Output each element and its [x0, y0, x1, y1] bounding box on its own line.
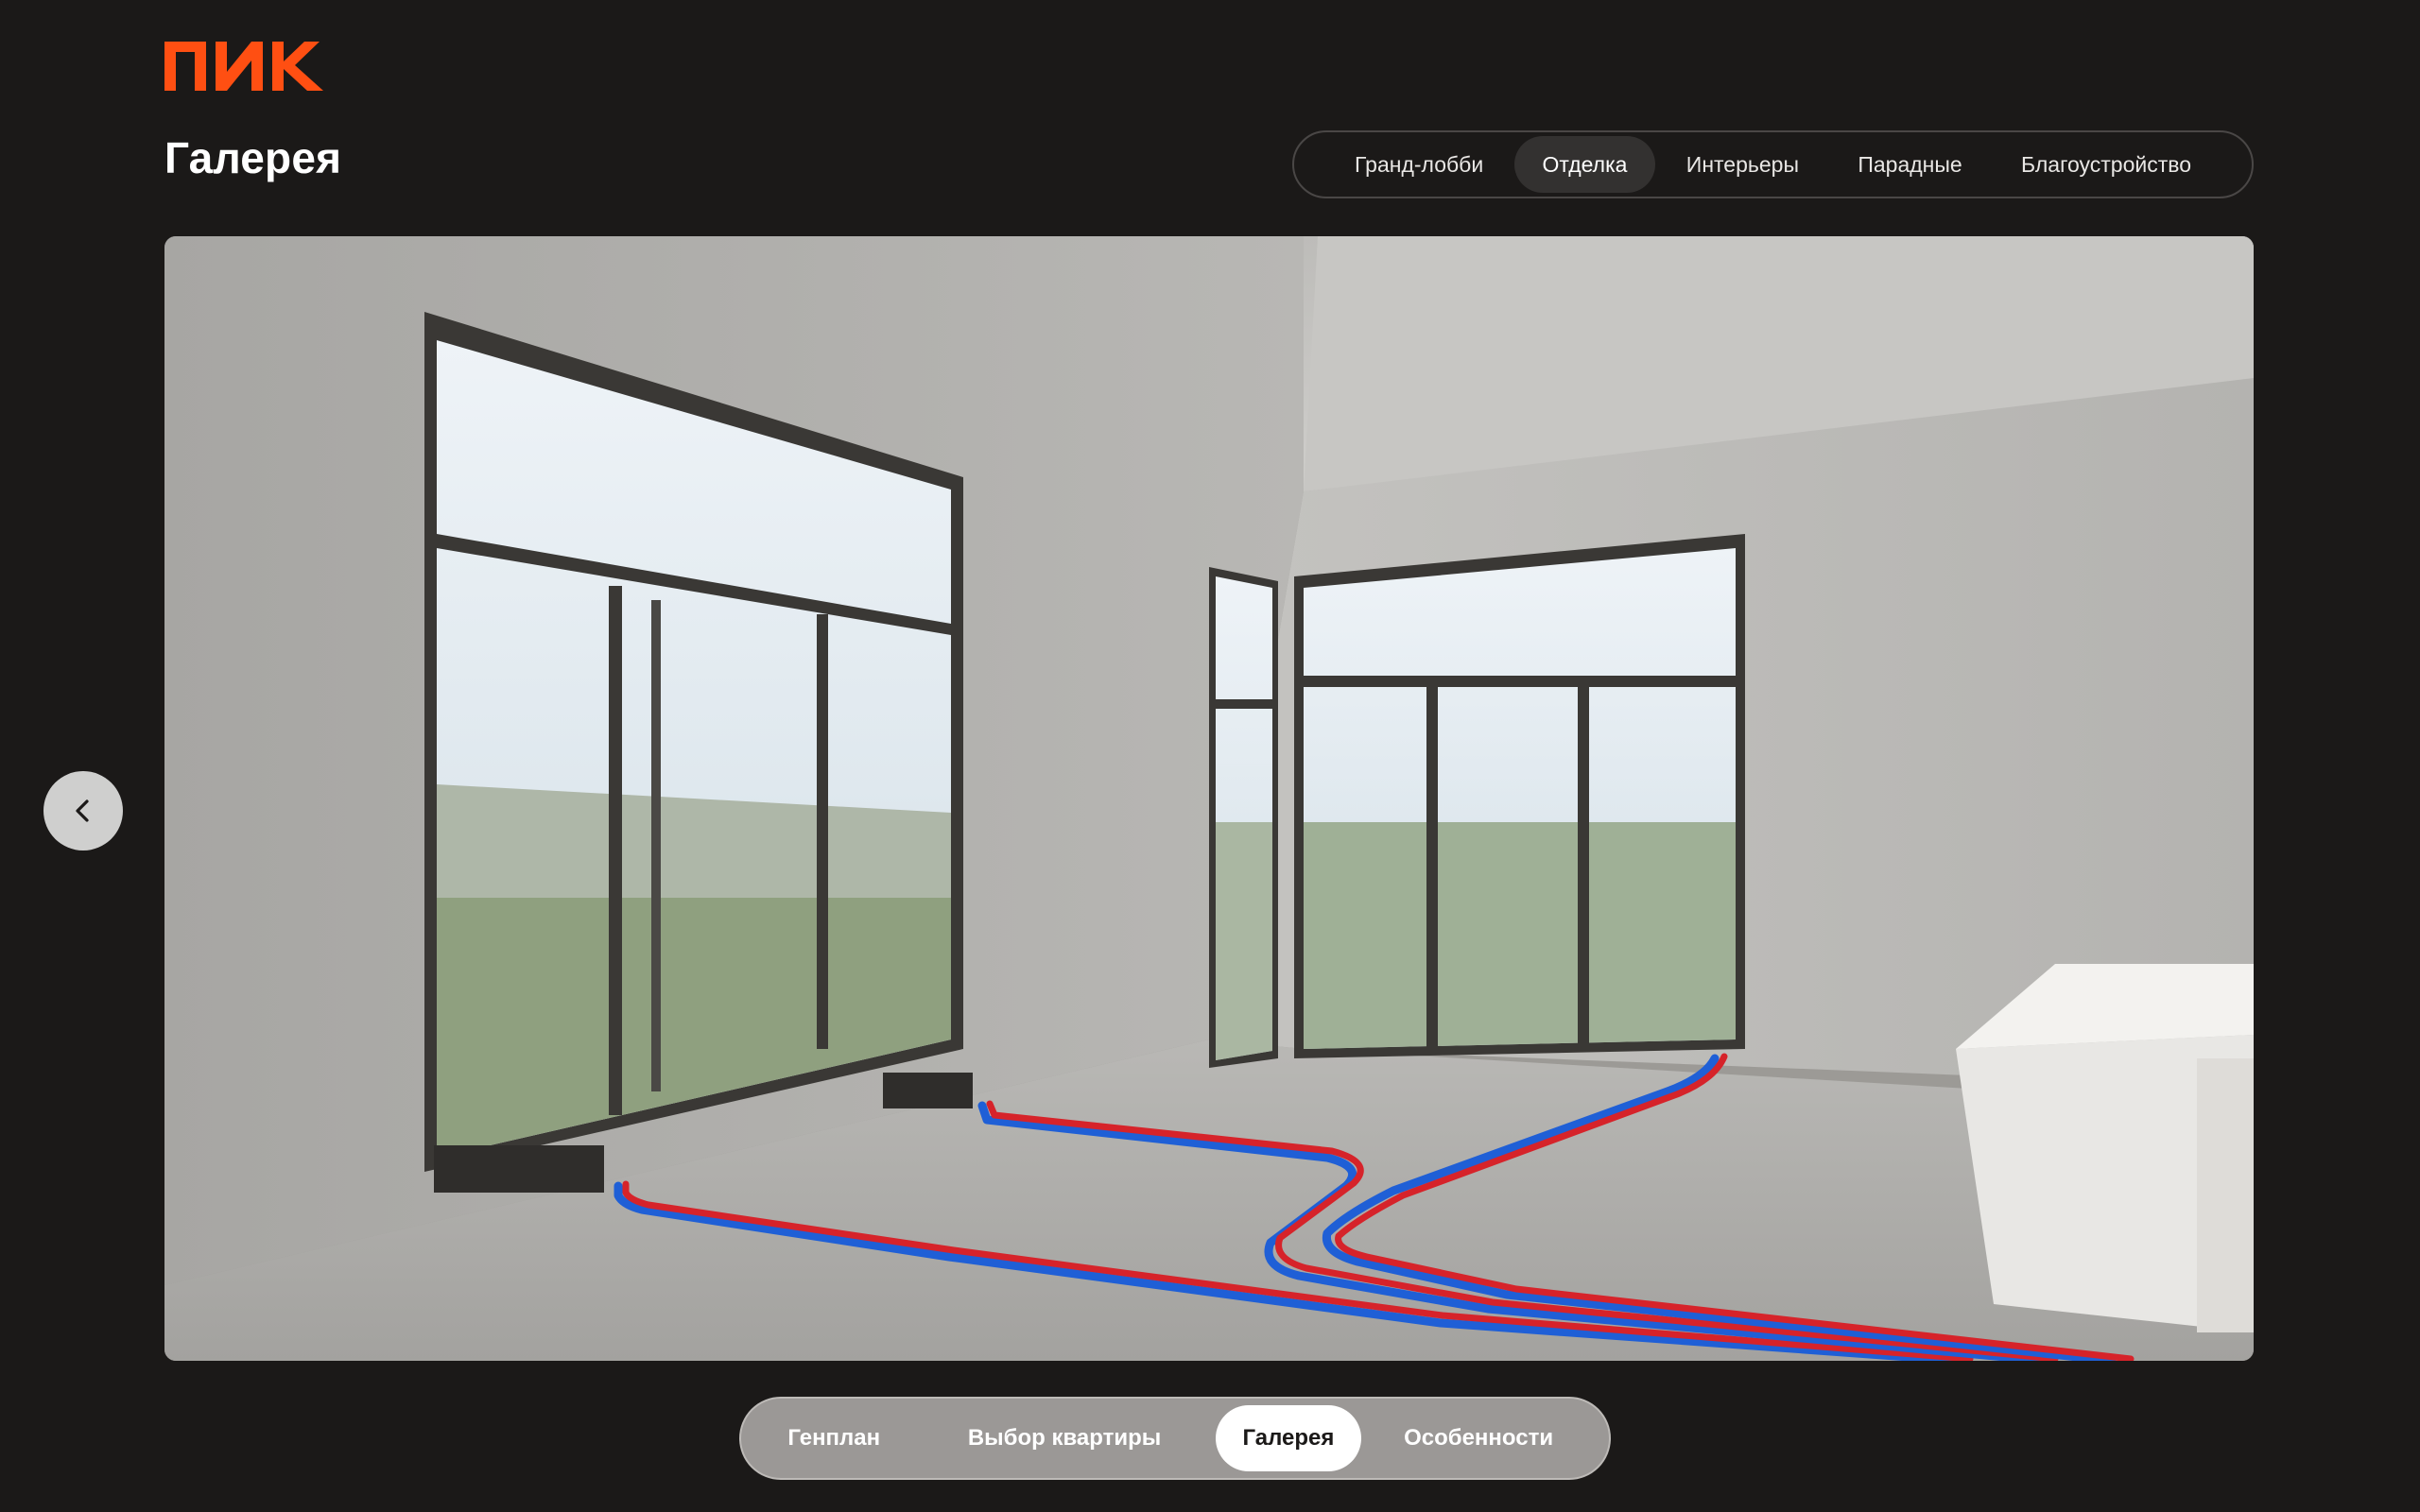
logo-mark [164, 42, 323, 91]
tab-entrances[interactable]: Парадные [1829, 136, 1990, 193]
tab-grand-lobby[interactable]: Гранд-лобби [1326, 136, 1512, 193]
page-title: Галерея [164, 133, 342, 182]
nav-features[interactable]: Особенности [1361, 1405, 1596, 1471]
chevron-left-icon [76, 799, 89, 822]
tab-interiors[interactable]: Интерьеры [1658, 136, 1827, 193]
gallery-category-tabs: Гранд-лобби Отделка Интерьеры Парадные Б… [1292, 130, 2254, 198]
nav-gallery[interactable]: Галерея [1215, 1405, 1362, 1471]
page: Галерея Гранд-лобби Отделка Интерьеры Па… [0, 0, 2420, 1512]
nav-apartment-choice[interactable]: Выбор квартиры [913, 1405, 1215, 1471]
nav-genplan[interactable]: Генплан [754, 1405, 913, 1471]
tab-landscaping[interactable]: Благоустройство [1993, 136, 2220, 193]
pik-logo[interactable] [164, 38, 335, 94]
room-render [164, 236, 2254, 1361]
tab-finishing[interactable]: Отделка [1513, 136, 1656, 193]
bottom-navigation: Генплан Выбор квартиры Галерея Особеннос… [739, 1397, 1611, 1480]
gallery-image[interactable] [164, 236, 2254, 1361]
gallery-prev-button[interactable] [43, 771, 123, 850]
